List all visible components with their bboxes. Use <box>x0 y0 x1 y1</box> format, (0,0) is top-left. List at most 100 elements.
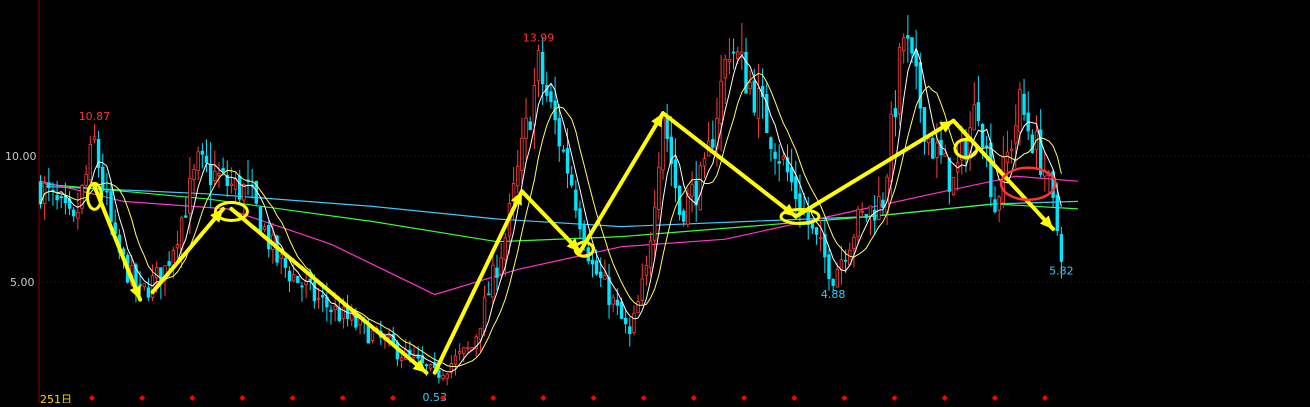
candle-up <box>88 144 92 181</box>
candle-up <box>690 184 694 197</box>
candle-down <box>769 137 773 150</box>
candle-up <box>856 208 860 238</box>
candle-down <box>810 223 815 229</box>
candle-up <box>935 142 939 158</box>
candle-up <box>736 51 740 60</box>
candle-down <box>594 260 599 275</box>
candle-up <box>536 50 541 82</box>
candle-up <box>441 375 445 379</box>
candle-up <box>524 117 528 139</box>
candle-down <box>578 208 582 230</box>
candle-down <box>424 364 429 367</box>
candle-up <box>885 176 889 214</box>
candle-up <box>902 37 906 52</box>
candle-up <box>644 264 649 276</box>
candle-up <box>304 281 308 286</box>
candle-up <box>877 196 881 220</box>
candle-up <box>603 275 607 280</box>
candle-up <box>640 278 644 301</box>
candle-down <box>599 271 603 278</box>
candle-down <box>208 164 213 186</box>
candle-down <box>1022 93 1026 115</box>
candle-down <box>258 206 263 235</box>
candle-up <box>698 165 703 211</box>
candle-up <box>370 330 375 341</box>
candle-up <box>466 347 470 350</box>
y-tick-label-5: 5.00 <box>10 276 35 289</box>
candle-up <box>1014 125 1018 144</box>
candle-down <box>437 369 441 378</box>
candle-up <box>657 166 661 210</box>
candle-down <box>570 174 574 186</box>
candle-up <box>399 357 404 362</box>
candle-down <box>914 50 918 67</box>
candle-up <box>453 355 458 365</box>
candle-up <box>648 240 653 269</box>
candle-up <box>719 80 723 124</box>
y-tick-label-10: 10.00 <box>5 150 37 163</box>
candle-up <box>819 237 823 240</box>
price-label-low: 5.82 <box>1049 264 1074 277</box>
candle-down <box>204 155 209 163</box>
candle-up <box>1009 148 1014 152</box>
candle-down <box>55 194 59 201</box>
candle-down <box>287 270 292 282</box>
candle-down <box>528 121 532 130</box>
candle-up <box>926 138 931 144</box>
candle-down <box>167 261 171 266</box>
candle-up <box>860 210 864 213</box>
candle-down <box>146 287 151 298</box>
candle-down <box>495 267 499 278</box>
candle-down <box>777 161 781 164</box>
candle-down <box>682 210 686 222</box>
candle-down <box>138 284 142 287</box>
candle-down <box>200 150 205 155</box>
candle-up <box>213 170 217 181</box>
candle-up <box>499 257 503 275</box>
candle-down <box>864 213 869 218</box>
candle-up <box>179 217 184 250</box>
candle-down <box>673 159 678 188</box>
x-axis-label: 251日 <box>40 393 72 403</box>
candle-down <box>615 299 620 306</box>
candle-up <box>412 355 416 358</box>
candle-down <box>881 199 885 208</box>
candle-down <box>337 307 341 321</box>
candle-up <box>781 156 786 160</box>
candle-down <box>623 317 628 325</box>
candle-up <box>491 264 495 298</box>
candle-up <box>516 165 520 187</box>
candle-up <box>316 297 321 300</box>
candle-down <box>985 145 989 148</box>
candle-down <box>814 227 819 235</box>
candle-up <box>852 236 856 250</box>
candle-down <box>561 149 566 152</box>
candle-down <box>989 142 993 198</box>
candle-down <box>910 37 914 54</box>
candle-up <box>661 118 665 171</box>
stock-chart: 10.00 5.00 10.87 13.99 4.88 5.82 0.53 251日 <box>0 0 1310 406</box>
candle-up <box>291 274 296 282</box>
candle-down <box>109 191 113 223</box>
candle-up <box>889 113 893 182</box>
candlestick-chart: 10.00 5.00 10.8713.994.885.820.53 251日 <box>0 0 1310 406</box>
candle-up <box>686 193 690 225</box>
candle-down <box>565 148 570 174</box>
candle-down <box>976 102 981 121</box>
candle-down <box>980 123 985 148</box>
candle-down <box>918 61 922 109</box>
candle-up <box>943 153 947 157</box>
candle-down <box>72 209 76 217</box>
candle-down <box>416 355 420 359</box>
candle-down <box>628 326 632 335</box>
candle-down <box>731 51 736 54</box>
candle-up <box>868 205 873 217</box>
candle-up <box>520 137 524 171</box>
candle-up <box>445 373 449 379</box>
price-label-low: 4.88 <box>821 288 846 301</box>
candle-down <box>320 294 325 298</box>
candle-down <box>993 199 997 213</box>
candle-down <box>872 209 877 221</box>
candle-up <box>636 301 640 314</box>
candle-down <box>105 190 109 193</box>
